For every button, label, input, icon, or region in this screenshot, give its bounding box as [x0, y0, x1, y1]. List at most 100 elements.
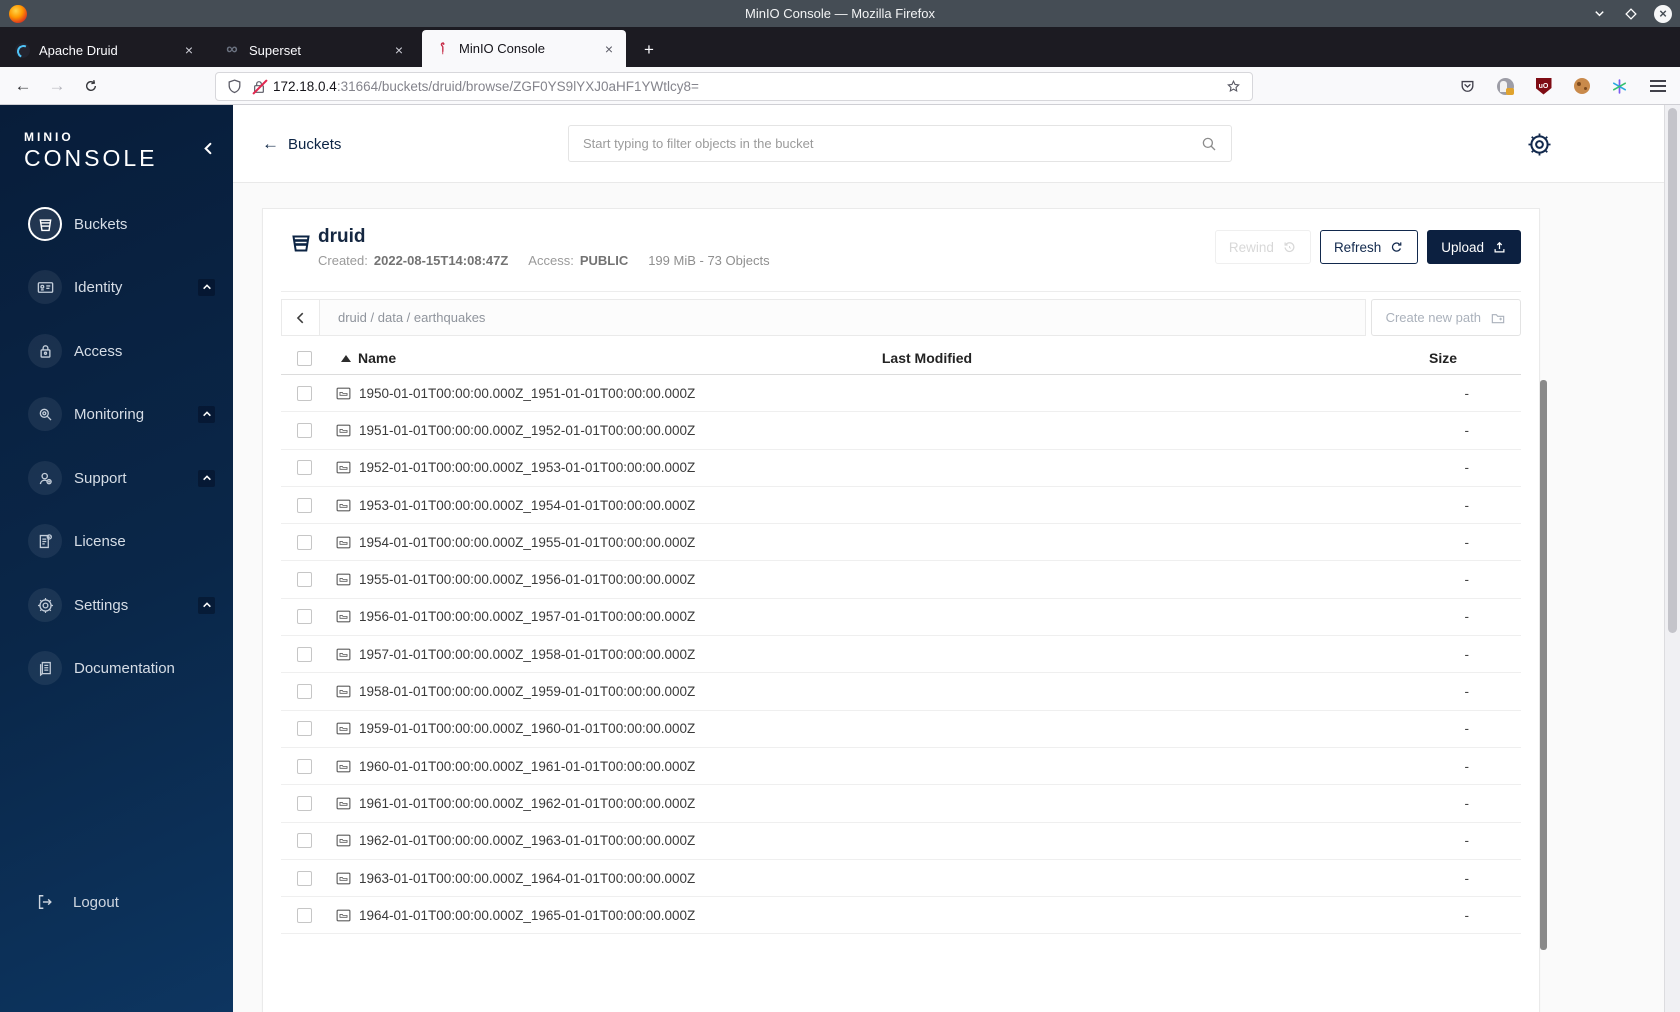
table-row[interactable]: 1953-01-01T00:00:00.000Z_1954-01-01T00:0…: [281, 487, 1521, 525]
window-close-icon[interactable]: ×: [1654, 4, 1672, 23]
object-name[interactable]: 1961-01-01T00:00:00.000Z_1962-01-01T00:0…: [359, 796, 695, 811]
insecure-lock-icon[interactable]: [251, 79, 267, 95]
row-checkbox[interactable]: [296, 572, 312, 588]
row-checkbox[interactable]: [296, 870, 312, 886]
reload-button[interactable]: [76, 72, 106, 100]
row-checkbox[interactable]: [296, 721, 312, 737]
table-row[interactable]: 1950-01-01T00:00:00.000Z_1951-01-01T00:0…: [281, 375, 1521, 413]
tab-close-icon[interactable]: ×: [390, 41, 408, 59]
row-checkbox[interactable]: [296, 422, 312, 438]
table-row[interactable]: 1959-01-01T00:00:00.000Z_1960-01-01T00:0…: [281, 711, 1521, 748]
path-back-chevron[interactable]: [282, 300, 320, 335]
row-checkbox[interactable]: [296, 460, 312, 476]
object-name[interactable]: 1957-01-01T00:00:00.000Z_1958-01-01T00:0…: [359, 647, 695, 662]
row-checkbox[interactable]: [296, 907, 312, 923]
tab-close-icon[interactable]: ×: [600, 40, 618, 58]
table-row[interactable]: 1960-01-01T00:00:00.000Z_1961-01-01T00:0…: [281, 748, 1521, 786]
pocket-icon[interactable]: [1459, 78, 1476, 95]
row-checkbox[interactable]: [296, 609, 312, 625]
row-checkbox[interactable]: [296, 534, 312, 550]
back-to-buckets-link[interactable]: ← Buckets: [262, 134, 341, 154]
asterisk-extension-icon[interactable]: [1611, 78, 1628, 95]
table-row[interactable]: 1958-01-01T00:00:00.000Z_1959-01-01T00:0…: [281, 673, 1521, 711]
forward-button[interactable]: →: [42, 72, 72, 100]
table-row[interactable]: 1951-01-01T00:00:00.000Z_1952-01-01T00:0…: [281, 412, 1521, 450]
object-name[interactable]: 1958-01-01T00:00:00.000Z_1959-01-01T00:0…: [359, 684, 695, 699]
chevron-up-icon[interactable]: [198, 278, 215, 296]
row-checkbox[interactable]: [296, 833, 312, 849]
refresh-button[interactable]: Refresh: [1319, 230, 1419, 264]
new-tab-button[interactable]: +: [636, 37, 662, 63]
chevron-up-icon[interactable]: [198, 596, 215, 614]
table-row[interactable]: 1964-01-01T00:00:00.000Z_1965-01-01T00:0…: [281, 897, 1521, 935]
table-row[interactable]: 1961-01-01T00:00:00.000Z_1962-01-01T00:0…: [281, 785, 1521, 823]
console-settings-gear-icon[interactable]: [1526, 131, 1553, 158]
breadcrumb[interactable]: druid / data / earthquakes: [338, 310, 485, 325]
object-name[interactable]: 1956-01-01T00:00:00.000Z_1957-01-01T00:0…: [359, 609, 695, 624]
table-row[interactable]: 1954-01-01T00:00:00.000Z_1955-01-01T00:0…: [281, 524, 1521, 562]
back-button[interactable]: ←: [8, 72, 38, 100]
row-checkbox[interactable]: [296, 684, 312, 700]
table-row[interactable]: 1955-01-01T00:00:00.000Z_1956-01-01T00:0…: [281, 561, 1521, 599]
object-name[interactable]: 1962-01-01T00:00:00.000Z_1963-01-01T00:0…: [359, 833, 695, 848]
tab-close-icon[interactable]: ×: [180, 41, 198, 59]
chevron-up-icon[interactable]: [198, 405, 215, 423]
sidebar-item-license[interactable]: License: [0, 516, 233, 566]
table-row[interactable]: 1962-01-01T00:00:00.000Z_1963-01-01T00:0…: [281, 823, 1521, 860]
support-icon: [28, 461, 62, 495]
table-row[interactable]: 1956-01-01T00:00:00.000Z_1957-01-01T00:0…: [281, 599, 1521, 637]
table-scrollbar-thumb[interactable]: [1540, 380, 1547, 950]
sidebar-item-logout[interactable]: Logout: [0, 880, 233, 924]
object-name[interactable]: 1960-01-01T00:00:00.000Z_1961-01-01T00:0…: [359, 759, 695, 774]
row-checkbox[interactable]: [296, 795, 312, 811]
sidebar-item-support[interactable]: Support: [0, 453, 233, 503]
sidebar-item-settings[interactable]: Settings: [0, 580, 233, 630]
tab-superset[interactable]: ∞ Superset ×: [212, 33, 416, 67]
sidebar-item-access[interactable]: Access: [0, 326, 233, 376]
column-header-size[interactable]: Size: [1167, 350, 1521, 366]
page-scrollbar-thumb[interactable]: [1668, 108, 1677, 633]
row-checkbox[interactable]: [296, 497, 312, 513]
sidebar-item-monitoring[interactable]: Monitoring: [0, 389, 233, 439]
table-row[interactable]: 1952-01-01T00:00:00.000Z_1953-01-01T00:0…: [281, 450, 1521, 487]
cookie-extension-icon[interactable]: [1573, 78, 1590, 95]
upload-button[interactable]: Upload: [1427, 230, 1521, 264]
object-name[interactable]: 1963-01-01T00:00:00.000Z_1964-01-01T00:0…: [359, 871, 695, 886]
extension-icon[interactable]: [1497, 77, 1514, 95]
select-all-checkbox[interactable]: [296, 350, 312, 366]
object-name[interactable]: 1959-01-01T00:00:00.000Z_1960-01-01T00:0…: [359, 721, 695, 736]
page-scrollbar[interactable]: [1664, 105, 1680, 1012]
menu-hamburger-icon[interactable]: [1649, 78, 1666, 95]
shield-icon[interactable]: [226, 78, 243, 95]
object-name[interactable]: 1954-01-01T00:00:00.000Z_1955-01-01T00:0…: [359, 535, 695, 550]
object-name[interactable]: 1950-01-01T00:00:00.000Z_1951-01-01T00:0…: [359, 386, 695, 401]
tab-minio-console[interactable]: MinIO Console ×: [422, 30, 626, 67]
table-row[interactable]: 1957-01-01T00:00:00.000Z_1958-01-01T00:0…: [281, 636, 1521, 674]
rewind-button[interactable]: Rewind: [1214, 230, 1311, 264]
sidebar-item-buckets[interactable]: Buckets: [0, 199, 233, 249]
row-checkbox[interactable]: [296, 758, 312, 774]
sidebar-item-identity[interactable]: Identity: [0, 262, 233, 312]
tab-apache-druid[interactable]: Apache Druid ×: [2, 33, 206, 67]
column-header-name[interactable]: Name: [327, 350, 687, 366]
row-checkbox[interactable]: [296, 385, 312, 401]
object-name[interactable]: 1952-01-01T00:00:00.000Z_1953-01-01T00:0…: [359, 460, 695, 475]
table-row[interactable]: 1963-01-01T00:00:00.000Z_1964-01-01T00:0…: [281, 860, 1521, 898]
create-new-path-button[interactable]: Create new path: [1370, 299, 1521, 336]
url-bar[interactable]: 172.18.0.4:31664/buckets/druid/browse/ZG…: [215, 72, 1253, 101]
column-header-last-modified[interactable]: Last Modified: [687, 350, 1167, 366]
sidebar-collapse-icon[interactable]: [201, 141, 217, 157]
search-input[interactable]: [569, 136, 1200, 151]
bookmark-star-icon[interactable]: [1225, 78, 1242, 95]
window-minimize-icon[interactable]: [1590, 5, 1608, 23]
object-name[interactable]: 1951-01-01T00:00:00.000Z_1952-01-01T00:0…: [359, 423, 695, 438]
table-row[interactable]: 1965-01-01T00:00:00.000Z_1966-01-01T00:0…: [281, 934, 1521, 945]
window-maximize-icon[interactable]: [1622, 5, 1640, 23]
chevron-up-icon[interactable]: [198, 469, 215, 487]
row-checkbox[interactable]: [296, 646, 312, 662]
object-name[interactable]: 1955-01-01T00:00:00.000Z_1956-01-01T00:0…: [359, 572, 695, 587]
sidebar-item-documentation[interactable]: Documentation: [0, 643, 233, 693]
ublock-origin-icon[interactable]: uO: [1535, 77, 1552, 95]
object-name[interactable]: 1953-01-01T00:00:00.000Z_1954-01-01T00:0…: [359, 498, 695, 513]
object-name[interactable]: 1964-01-01T00:00:00.000Z_1965-01-01T00:0…: [359, 908, 695, 923]
